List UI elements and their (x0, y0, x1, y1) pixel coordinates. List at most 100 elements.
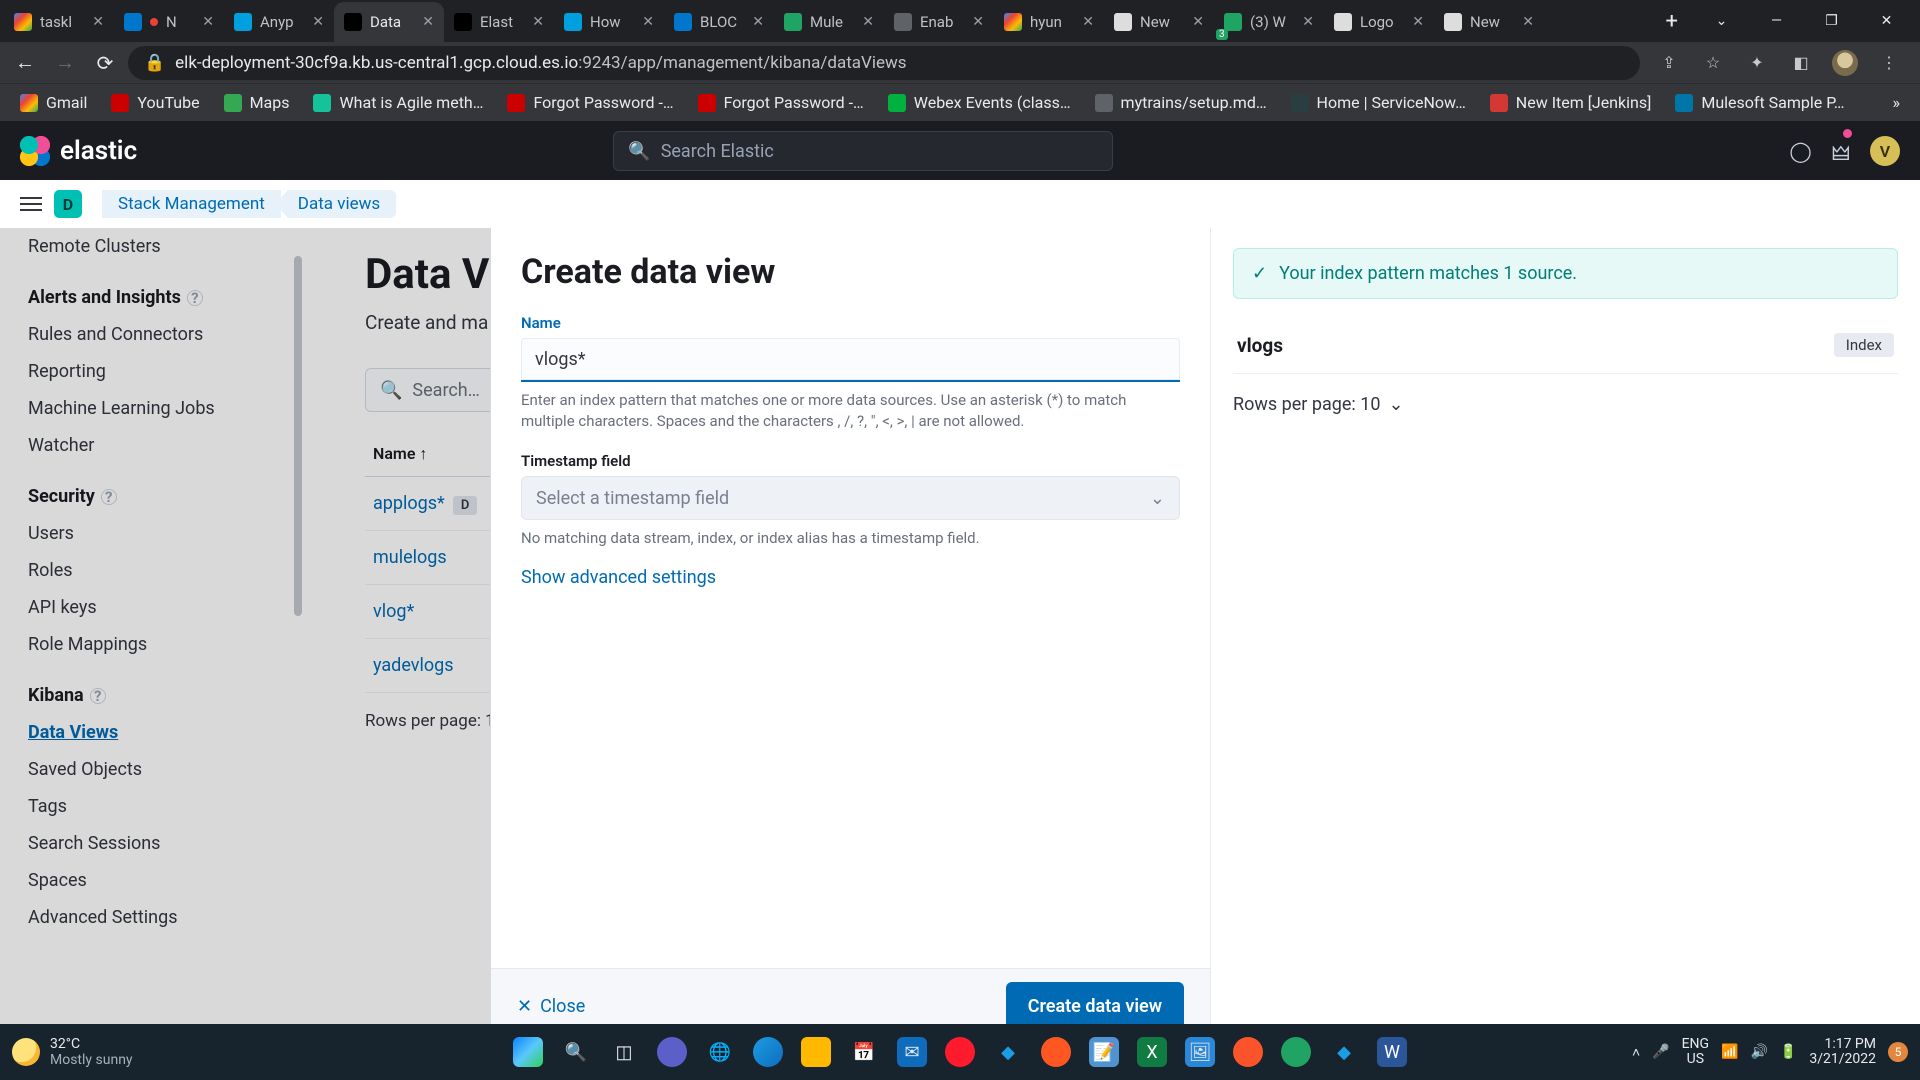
global-search-input[interactable]: 🔍 Search Elastic (613, 131, 1113, 171)
forward-button[interactable]: → (48, 46, 82, 80)
space-selector[interactable]: D (54, 190, 82, 218)
sidepanel-icon[interactable]: ◧ (1784, 46, 1818, 80)
bookmark-item[interactable]: Mulesoft Sample P… (1665, 89, 1854, 116)
app-icon[interactable]: ◆ (993, 1037, 1023, 1067)
bookmark-item[interactable]: What is Agile meth… (303, 89, 493, 116)
sidebar-item[interactable]: Reporting (28, 353, 315, 390)
close-tab-icon[interactable]: ✕ (1412, 14, 1424, 30)
browser-tab[interactable]: N✕ (114, 2, 224, 42)
tray-overflow-icon[interactable]: ˄ (1632, 1044, 1640, 1061)
show-advanced-link[interactable]: Show advanced settings (521, 567, 716, 588)
close-window-button[interactable]: ✕ (1859, 0, 1914, 42)
breadcrumb[interactable]: Data views (276, 190, 396, 218)
app-icon[interactable] (1281, 1037, 1311, 1067)
timestamp-select[interactable]: Select a timestamp field ⌄ (521, 476, 1180, 520)
close-tab-icon[interactable]: ✕ (972, 14, 984, 30)
close-tab-icon[interactable]: ✕ (642, 14, 654, 30)
chrome-icon[interactable]: 🌐 (705, 1037, 735, 1067)
close-tab-icon[interactable]: ✕ (862, 14, 874, 30)
browser-tab[interactable]: Logo✕ (1324, 2, 1434, 42)
elastic-logo[interactable]: elastic (20, 136, 137, 166)
bookmark-item[interactable]: New Item [Jenkins] (1480, 89, 1662, 116)
search-icon[interactable]: 🔍 (561, 1037, 591, 1067)
guide-icon[interactable]: ◯ (1789, 139, 1811, 163)
sidebar-item[interactable]: Watcher (28, 427, 315, 464)
wifi-icon[interactable]: 📶 (1721, 1044, 1738, 1060)
kebab-menu-icon[interactable]: ⋮ (1872, 46, 1906, 80)
sidebar-item[interactable]: Remote Clusters (28, 228, 315, 265)
bookmark-item[interactable]: Forgot Password -… (688, 89, 874, 116)
weather-widget[interactable]: 32°C Mostly sunny (12, 1036, 133, 1068)
close-tab-icon[interactable]: ✕ (752, 14, 764, 30)
close-tab-icon[interactable]: ✕ (312, 14, 324, 30)
help-icon[interactable]: ? (187, 290, 203, 306)
sidebar-item[interactable]: Users (28, 515, 315, 552)
bookmark-item[interactable]: mytrains/setup.md… (1085, 89, 1277, 116)
browser-tab[interactable]: Elast✕ (444, 2, 554, 42)
sidebar-item[interactable]: Tags (28, 788, 315, 825)
share-icon[interactable]: ⇪ (1652, 46, 1686, 80)
sidebar-item[interactable]: Role Mappings (28, 626, 315, 663)
sidebar-item[interactable]: Rules and Connectors (28, 316, 315, 353)
mail-icon[interactable]: ✉ (897, 1037, 927, 1067)
browser-tab[interactable]: New✕ (1104, 2, 1214, 42)
bookmark-star-icon[interactable]: ☆ (1696, 46, 1730, 80)
close-tab-icon[interactable]: ✕ (532, 14, 544, 30)
excel-icon[interactable]: X (1137, 1037, 1167, 1067)
browser-tab[interactable]: Mule✕ (774, 2, 884, 42)
bookmark-item[interactable]: Gmail (10, 89, 97, 116)
data-view-link[interactable]: vlog* (373, 601, 414, 622)
address-bar[interactable]: 🔒 elk-deployment-30cf9a.kb.us-central1.g… (128, 46, 1640, 80)
close-tab-icon[interactable]: ✕ (92, 14, 104, 30)
sidebar-item[interactable]: Search Sessions (28, 825, 315, 862)
close-tab-icon[interactable]: ✕ (1192, 14, 1204, 30)
sidebar-item[interactable]: Spaces (28, 862, 315, 899)
data-view-link[interactable]: mulelogs (373, 547, 447, 568)
profile-avatar[interactable] (1828, 46, 1862, 80)
browser-tab[interactable]: New✕ (1434, 2, 1544, 42)
teams-icon[interactable] (657, 1037, 687, 1067)
scrollbar-thumb[interactable] (294, 256, 302, 616)
start-button[interactable] (513, 1037, 543, 1067)
browser-tab[interactable]: How✕ (554, 2, 664, 42)
sidebar-item[interactable]: Saved Objects (28, 751, 315, 788)
browser-tab[interactable]: Anyp✕ (224, 2, 334, 42)
opera-icon[interactable] (945, 1037, 975, 1067)
notification-badge[interactable]: 5 (1888, 1042, 1908, 1062)
bookmark-item[interactable]: Maps (214, 89, 300, 116)
volume-icon[interactable]: 🔊 (1750, 1044, 1767, 1060)
postman-icon[interactable] (1041, 1037, 1071, 1067)
language-indicator[interactable]: ENGUS (1682, 1037, 1709, 1068)
task-view-icon[interactable]: ◫ (609, 1037, 639, 1067)
chevron-down-icon[interactable]: ⌄ (1694, 0, 1749, 42)
close-tab-icon[interactable]: ✕ (1082, 14, 1094, 30)
help-icon[interactable]: ? (90, 688, 106, 704)
browser-tab[interactable]: taskl✕ (4, 2, 114, 42)
sidebar-item[interactable]: API keys (28, 589, 315, 626)
word-icon[interactable]: W (1377, 1037, 1407, 1067)
extensions-icon[interactable]: ✦ (1740, 46, 1774, 80)
app-icon[interactable]: ◆ (1329, 1037, 1359, 1067)
brave-icon[interactable] (1233, 1037, 1263, 1067)
close-button[interactable]: ✕ Close (517, 996, 585, 1017)
sidebar-item[interactable]: Data Views (28, 714, 315, 751)
file-explorer-icon[interactable] (801, 1037, 831, 1067)
sidebar-item[interactable]: Roles (28, 552, 315, 589)
user-avatar[interactable]: V (1870, 136, 1900, 166)
close-tab-icon[interactable]: ✕ (422, 14, 434, 30)
browser-tab[interactable]: hyun✕ (994, 2, 1104, 42)
bookmark-item[interactable]: Forgot Password -… (497, 89, 683, 116)
data-view-link[interactable]: yadevlogs (373, 655, 454, 676)
help-icon[interactable]: ? (101, 489, 117, 505)
nav-toggle-button[interactable] (14, 187, 48, 221)
bookmark-item[interactable]: Home | ServiceNow… (1281, 89, 1476, 116)
close-tab-icon[interactable]: ✕ (1522, 14, 1534, 30)
maximize-button[interactable]: ❐ (1804, 0, 1859, 42)
browser-tab[interactable]: BLOC✕ (664, 2, 774, 42)
newsfeed-icon[interactable]: 🜲 (1832, 131, 1850, 172)
calendar-icon[interactable]: 📅 (849, 1037, 879, 1067)
data-view-link[interactable]: applogs* (373, 493, 445, 514)
sidebar-item[interactable]: Advanced Settings (28, 899, 315, 936)
microphone-icon[interactable]: 🎤 (1652, 1044, 1669, 1060)
browser-tab[interactable]: Enab✕ (884, 2, 994, 42)
